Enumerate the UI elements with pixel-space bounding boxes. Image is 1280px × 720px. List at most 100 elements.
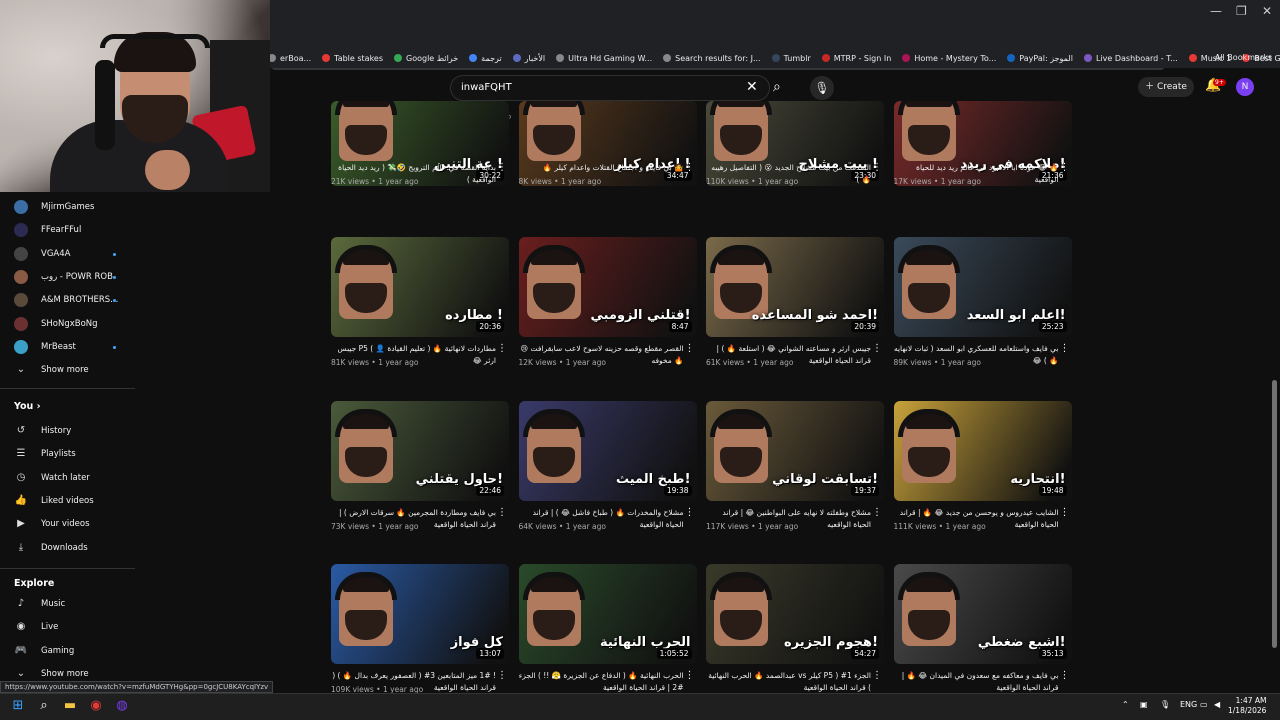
clock[interactable]: 1:47 AM 1/18/2026 <box>1228 696 1266 716</box>
you-heading[interactable]: You › <box>14 401 41 412</box>
language-indicator[interactable]: ENG <box>1180 700 1197 709</box>
sidebar-item-history[interactable]: ↺ History <box>14 424 71 438</box>
bookmark-item[interactable]: الأخبار <box>512 53 546 63</box>
nav-icon: ⌄ <box>16 668 26 679</box>
video-menu-icon[interactable]: ⋮ <box>497 162 507 173</box>
video-menu-icon[interactable]: ⋮ <box>497 343 507 354</box>
network-icon[interactable]: ▭ <box>1200 700 1208 709</box>
nav-icon: 🎮 <box>14 644 28 656</box>
video-meta: 73K views • 1 year ago <box>331 522 419 531</box>
video-duration: 22:46 <box>476 485 504 496</box>
video-menu-icon[interactable]: ⋮ <box>685 162 695 173</box>
search-icon[interactable]: ⌕ <box>773 77 781 97</box>
scrollbar[interactable] <box>1272 380 1277 648</box>
bookmark-item[interactable]: Search results for: J... <box>663 54 761 63</box>
bookmark-label: Live Dashboard - T... <box>1095 53 1178 63</box>
close-window-icon[interactable]: ✕ <box>1262 4 1272 18</box>
bookmark-item[interactable]: Google خرائط <box>394 54 458 63</box>
bookmark-item[interactable]: Ultra Hd Gaming W... <box>556 54 652 63</box>
video-menu-icon[interactable]: ⋮ <box>872 343 882 354</box>
tray-overflow-icon[interactable]: ⌃ <box>1122 700 1129 709</box>
sidebar-item-playlists[interactable]: ☰ Playlists <box>14 447 76 461</box>
clock-date: 1/18/2026 <box>1228 706 1267 715</box>
discord-icon[interactable]: ◍ <box>113 697 131 715</box>
sidebar-item-shongxbong[interactable]: SHoNgxBoNg <box>14 316 98 331</box>
windows-start-icon[interactable]: ⊞ <box>9 697 27 715</box>
video-thumbnail[interactable]: احمد شو المساعده! 20:39 <box>706 237 884 337</box>
video-thumbnail[interactable]: حاول يقتلني! 22:46 <box>331 401 509 501</box>
bookmark-item[interactable]: ترجمة <box>469 54 502 63</box>
bookmark-label: Tumblr <box>783 53 811 63</box>
video-thumbnail[interactable]: هجوم الجزيره! 54:27 <box>706 564 884 664</box>
video-title[interactable]: الجزء 1# ( P5 كيلر vs عبدالصمد 🔥 الحرب ا… <box>706 670 871 694</box>
video-menu-icon[interactable]: ⋮ <box>1060 670 1070 681</box>
video-menu-icon[interactable]: ⋮ <box>872 507 882 518</box>
video-thumbnail[interactable]: كل فواز 13:07 <box>331 564 509 664</box>
volume-icon[interactable]: ◀ <box>1214 700 1220 709</box>
sidebar-item-live[interactable]: ◉ Live <box>14 620 59 634</box>
sidebar-item-mrbeast[interactable]: MrBeast <box>14 339 76 354</box>
video-menu-icon[interactable]: ⋮ <box>497 670 507 681</box>
video-thumbnail[interactable]: طبخ الميث! 19:38 <box>518 401 697 501</box>
video-thumbnail[interactable]: مطارده ! 20:36 <box>331 237 509 337</box>
video-meta: 89K views • 1 year ago <box>893 358 981 367</box>
video-title[interactable]: الحرب النهائية 🔥 ( الدفاع عن الجزيرة 😤 !… <box>519 670 684 694</box>
video-thumbnail[interactable]: انتحاريه! 19:48 <box>893 401 1072 501</box>
sidebar-item-a-m-brothers-[interactable]: A&M BROTHERS... <box>14 293 118 308</box>
tray-mic-icon[interactable]: 🎙 <box>1160 700 1170 709</box>
all-bookmarks[interactable]: All Bookmarks <box>1215 53 1272 62</box>
bookmark-item[interactable]: MTRP - Sign In <box>821 54 891 63</box>
video-thumbnail[interactable]: اعلم ابو السعد! 25:23 <box>893 237 1072 337</box>
bookmark-favicon-icon <box>771 54 780 62</box>
tray-app-icon[interactable]: ▣ <box>1140 700 1148 709</box>
notification-badge: 9+ <box>1213 79 1226 86</box>
video-menu-icon[interactable]: ⋮ <box>685 670 695 681</box>
bookmark-item[interactable]: Tumblr <box>771 53 811 63</box>
sidebar-item-watch-later[interactable]: ◷ Watch later <box>14 471 90 485</box>
sidebar-item-powr-rob[interactable]: روب - POWR ROB <box>14 269 113 284</box>
video-meta: 61K views • 1 year ago <box>706 358 794 367</box>
video-menu-icon[interactable]: ⋮ <box>1060 162 1070 173</box>
sidebar-item-mjirmgames[interactable]: MjirmGames <box>14 200 94 214</box>
video-thumbnail[interactable]: الحرب النهائية 1:05:52 <box>518 564 697 664</box>
search-input[interactable]: inwaFQHT <box>450 75 770 101</box>
bookmark-item[interactable]: PayPal: الموجز <box>1007 54 1073 63</box>
create-button[interactable]: ＋ Create <box>1138 77 1194 97</box>
show-more-button-2[interactable]: ⌄ Show more <box>14 667 89 681</box>
mic-icon[interactable]: 🎙 <box>810 76 834 100</box>
file-explorer-icon[interactable]: ▬ <box>61 697 79 715</box>
webcam-overlay <box>0 0 270 192</box>
sidebar-item-your-videos[interactable]: ▶ Your videos <box>14 517 89 531</box>
video-title[interactable]: 🤷 بي فايف و اجتماع القتلات واعدام كيلر 🔥 <box>519 162 684 174</box>
maximize-icon[interactable]: ❐ <box>1236 4 1247 18</box>
sidebar-item-ffearfful[interactable]: FFearFFul <box>14 223 81 238</box>
video-thumbnail[interactable]: تسابقت لوقاني! 19:37 <box>706 401 884 501</box>
clear-search-icon[interactable]: ✕ <box>746 77 758 97</box>
avatar[interactable]: N <box>1236 78 1254 96</box>
video-menu-icon[interactable]: ⋮ <box>1060 507 1070 518</box>
video-menu-icon[interactable]: ⋮ <box>872 670 882 681</box>
sidebar-item-downloads[interactable]: ⤓ Downloads <box>14 541 88 555</box>
bookmark-item[interactable]: Table stakes <box>322 54 383 63</box>
video-menu-icon[interactable]: ⋮ <box>497 507 507 518</box>
video-menu-icon[interactable]: ⋮ <box>872 162 882 173</box>
bookmark-item[interactable]: erBoa... <box>268 54 311 63</box>
video-thumbnail[interactable]: قتلني الزومبي! 8:47 <box>518 237 697 337</box>
sidebar-item-music[interactable]: ♪ Music <box>14 597 65 611</box>
video-title[interactable]: بي فايف و معاكفه مع سعدون في الميدان 😂 🔥… <box>894 670 1059 694</box>
video-menu-icon[interactable]: ⋮ <box>685 343 695 354</box>
video-menu-icon[interactable]: ⋮ <box>685 507 695 518</box>
taskbar-search-icon[interactable]: ⌕ <box>35 697 53 715</box>
video-menu-icon[interactable]: ⋮ <box>1060 343 1070 354</box>
sidebar-item-label: MrBeast <box>41 341 76 352</box>
chrome-icon[interactable]: ◉ <box>87 697 105 715</box>
bookmark-item[interactable]: Live Dashboard - T... <box>1083 53 1178 63</box>
bookmark-label: الأخبار <box>524 53 546 63</box>
video-thumbnail[interactable]: اشبع ضغطي! 35:13 <box>893 564 1072 664</box>
sidebar-item-liked-videos[interactable]: 👍 Liked videos <box>14 494 94 508</box>
sidebar-item-gaming[interactable]: 🎮 Gaming <box>14 644 74 658</box>
sidebar-item-vga4a[interactable]: VGA4A <box>14 246 70 261</box>
bookmark-item[interactable]: Home - Mystery To... <box>902 54 996 63</box>
show-more-button[interactable]: ⌄ Show more <box>14 363 89 377</box>
minimize-icon[interactable]: — <box>1210 4 1222 18</box>
